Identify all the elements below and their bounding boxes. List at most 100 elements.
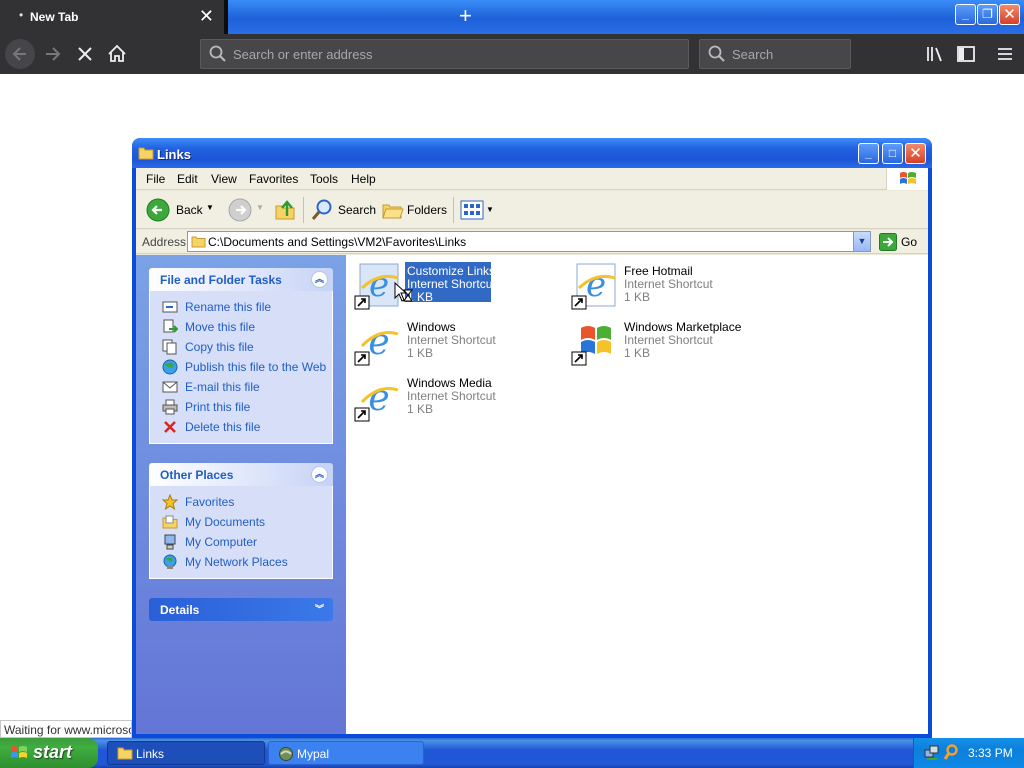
minimize-browser-button[interactable]: _ bbox=[955, 4, 976, 25]
place-favorites[interactable]: Favorites bbox=[150, 492, 332, 512]
new-tab-button[interactable]: + bbox=[459, 2, 472, 30]
forward-button[interactable]: ▼ bbox=[226, 196, 266, 224]
close-browser-button[interactable]: ✕ bbox=[999, 4, 1020, 25]
close-tab-icon[interactable]: ✕ bbox=[199, 6, 214, 27]
taskbar-item-label: Links bbox=[136, 747, 165, 761]
copy-icon bbox=[162, 339, 177, 355]
address-dropdown-button[interactable]: ▼ bbox=[853, 232, 870, 251]
chevron-down-icon[interactable]: ▼ bbox=[256, 203, 264, 212]
back-button[interactable]: Back ▼ bbox=[144, 196, 216, 224]
maximize-window-button[interactable]: □ bbox=[882, 143, 903, 164]
browser-tab[interactable]: • New Tab ✕ bbox=[0, 0, 224, 34]
home-button[interactable] bbox=[104, 41, 130, 67]
file-type: Internet Shortcut bbox=[624, 277, 713, 291]
email-icon bbox=[162, 381, 178, 393]
task-label: Publish this file to the Web bbox=[185, 360, 327, 374]
details-header[interactable]: Details ︾ bbox=[149, 598, 333, 621]
window-titlebar[interactable]: Links _ □ ✕ bbox=[132, 138, 932, 168]
task-print-file[interactable]: Print this file bbox=[150, 397, 332, 417]
details-panel: Details ︾ bbox=[149, 598, 333, 621]
address-value: C:\Documents and Settings\VM2\Favorites\… bbox=[208, 235, 467, 249]
menu-button[interactable] bbox=[992, 41, 1018, 67]
menu-favorites[interactable]: Favorites bbox=[249, 172, 298, 186]
address-label: Address bbox=[142, 235, 187, 249]
start-button[interactable]: start bbox=[0, 738, 98, 768]
file-type: Internet Shortcut bbox=[624, 333, 713, 347]
menu-tools[interactable]: Tools bbox=[310, 172, 338, 186]
taskbar-item-links[interactable]: Links bbox=[107, 741, 265, 765]
back-arrow-icon bbox=[146, 198, 170, 222]
up-folder-icon bbox=[275, 200, 295, 220]
search-button[interactable]: Search bbox=[308, 196, 376, 224]
file-item-customize-links[interactable]: e Customize Links Internet Shortcut 1 KB bbox=[350, 260, 560, 314]
menu-view[interactable]: View bbox=[211, 172, 237, 186]
menu-edit[interactable]: Edit bbox=[177, 172, 198, 186]
place-my-computer[interactable]: My Computer bbox=[150, 532, 332, 552]
close-window-button[interactable]: ✕ bbox=[905, 143, 926, 164]
task-delete-file[interactable]: Delete this file bbox=[150, 417, 332, 437]
file-name: Free Hotmail bbox=[624, 264, 693, 278]
address-input[interactable]: C:\Documents and Settings\VM2\Favorites\… bbox=[187, 231, 871, 252]
stop-x-icon bbox=[78, 47, 92, 61]
library-button[interactable] bbox=[922, 41, 948, 67]
task-email-file[interactable]: E-mail this file bbox=[150, 377, 332, 397]
home-icon bbox=[108, 44, 126, 62]
forward-arrow-icon bbox=[228, 198, 252, 222]
task-copy-file[interactable]: Copy this file bbox=[150, 337, 332, 357]
svg-text:e: e bbox=[368, 378, 389, 419]
collapse-chevron-icon[interactable]: ︽ bbox=[311, 271, 328, 288]
collapse-chevron-icon[interactable]: ︽ bbox=[311, 466, 328, 483]
chevron-down-icon[interactable]: ▼ bbox=[486, 205, 494, 214]
back-label: Back bbox=[176, 203, 203, 217]
task-label: Delete this file bbox=[185, 420, 261, 434]
search-input[interactable]: Search bbox=[699, 39, 851, 69]
up-folder-button[interactable] bbox=[271, 196, 299, 224]
network-status-icon[interactable] bbox=[924, 745, 940, 761]
folder-icon bbox=[191, 236, 206, 248]
folders-button[interactable]: Folders bbox=[379, 196, 447, 224]
file-item-free-hotmail[interactable]: e Free Hotmail Internet Shortcut 1 KB bbox=[567, 260, 777, 314]
go-button[interactable]: Go bbox=[877, 232, 923, 251]
folders-icon bbox=[382, 204, 404, 219]
file-item-windows-marketplace[interactable]: Windows Marketplace Internet Shortcut 1 … bbox=[567, 316, 777, 370]
task-publish-file[interactable]: Publish this file to the Web bbox=[150, 357, 332, 377]
views-button[interactable]: ▼ bbox=[458, 196, 496, 224]
task-rename-file[interactable]: Rename this file bbox=[150, 297, 332, 317]
windows-flag-icon bbox=[11, 746, 27, 758]
menu-bar: File Edit View Favorites Tools Help bbox=[136, 168, 928, 190]
taskbar-item-mypal[interactable]: Mypal bbox=[268, 741, 424, 765]
browser-status-bar: Waiting for www.microsoft.com... bbox=[0, 720, 132, 738]
other-places-list: Favorites My Documents My Computer My Ne… bbox=[149, 486, 333, 579]
menu-help[interactable]: Help bbox=[351, 172, 376, 186]
chevron-down-icon[interactable]: ▼ bbox=[206, 203, 214, 212]
folder-icon bbox=[117, 747, 133, 760]
restore-browser-button[interactable]: ❐ bbox=[977, 4, 998, 25]
forward-arrow-icon bbox=[46, 47, 61, 61]
menu-file[interactable]: File bbox=[146, 172, 165, 186]
place-my-documents[interactable]: My Documents bbox=[150, 512, 332, 532]
window-body: File Edit View Favorites Tools Help Back… bbox=[136, 168, 928, 734]
file-name: Windows Marketplace bbox=[624, 320, 742, 334]
task-move-file[interactable]: Move this file bbox=[150, 317, 332, 337]
stop-loading-button[interactable] bbox=[72, 41, 98, 67]
svg-text:e: e bbox=[369, 265, 389, 305]
file-item-windows-media[interactable]: e Windows Media Internet Shortcut 1 KB bbox=[350, 372, 560, 426]
start-label: start bbox=[33, 742, 73, 762]
forward-button[interactable] bbox=[40, 41, 66, 67]
move-icon bbox=[163, 319, 178, 333]
hamburger-menu-icon bbox=[998, 48, 1012, 60]
file-folder-tasks-header[interactable]: File and Folder Tasks ︽ bbox=[149, 268, 333, 291]
sidebar-toggle-button[interactable] bbox=[953, 41, 979, 67]
file-size: 1 KB bbox=[624, 290, 651, 304]
ie-shortcut-icon: e bbox=[354, 322, 399, 366]
place-my-network-places[interactable]: My Network Places bbox=[150, 552, 332, 572]
windows-flag-shortcut-icon bbox=[571, 326, 611, 366]
url-input[interactable]: Search or enter address bbox=[200, 39, 689, 69]
expand-chevron-icon[interactable]: ︾ bbox=[311, 601, 328, 618]
back-button[interactable] bbox=[5, 39, 35, 69]
search-tray-icon[interactable] bbox=[943, 744, 959, 762]
minimize-window-button[interactable]: _ bbox=[858, 143, 879, 164]
file-item-windows[interactable]: e Windows Internet Shortcut 1 KB bbox=[350, 316, 560, 370]
windows-flag-icon bbox=[900, 172, 916, 184]
other-places-header[interactable]: Other Places ︽ bbox=[149, 463, 333, 486]
